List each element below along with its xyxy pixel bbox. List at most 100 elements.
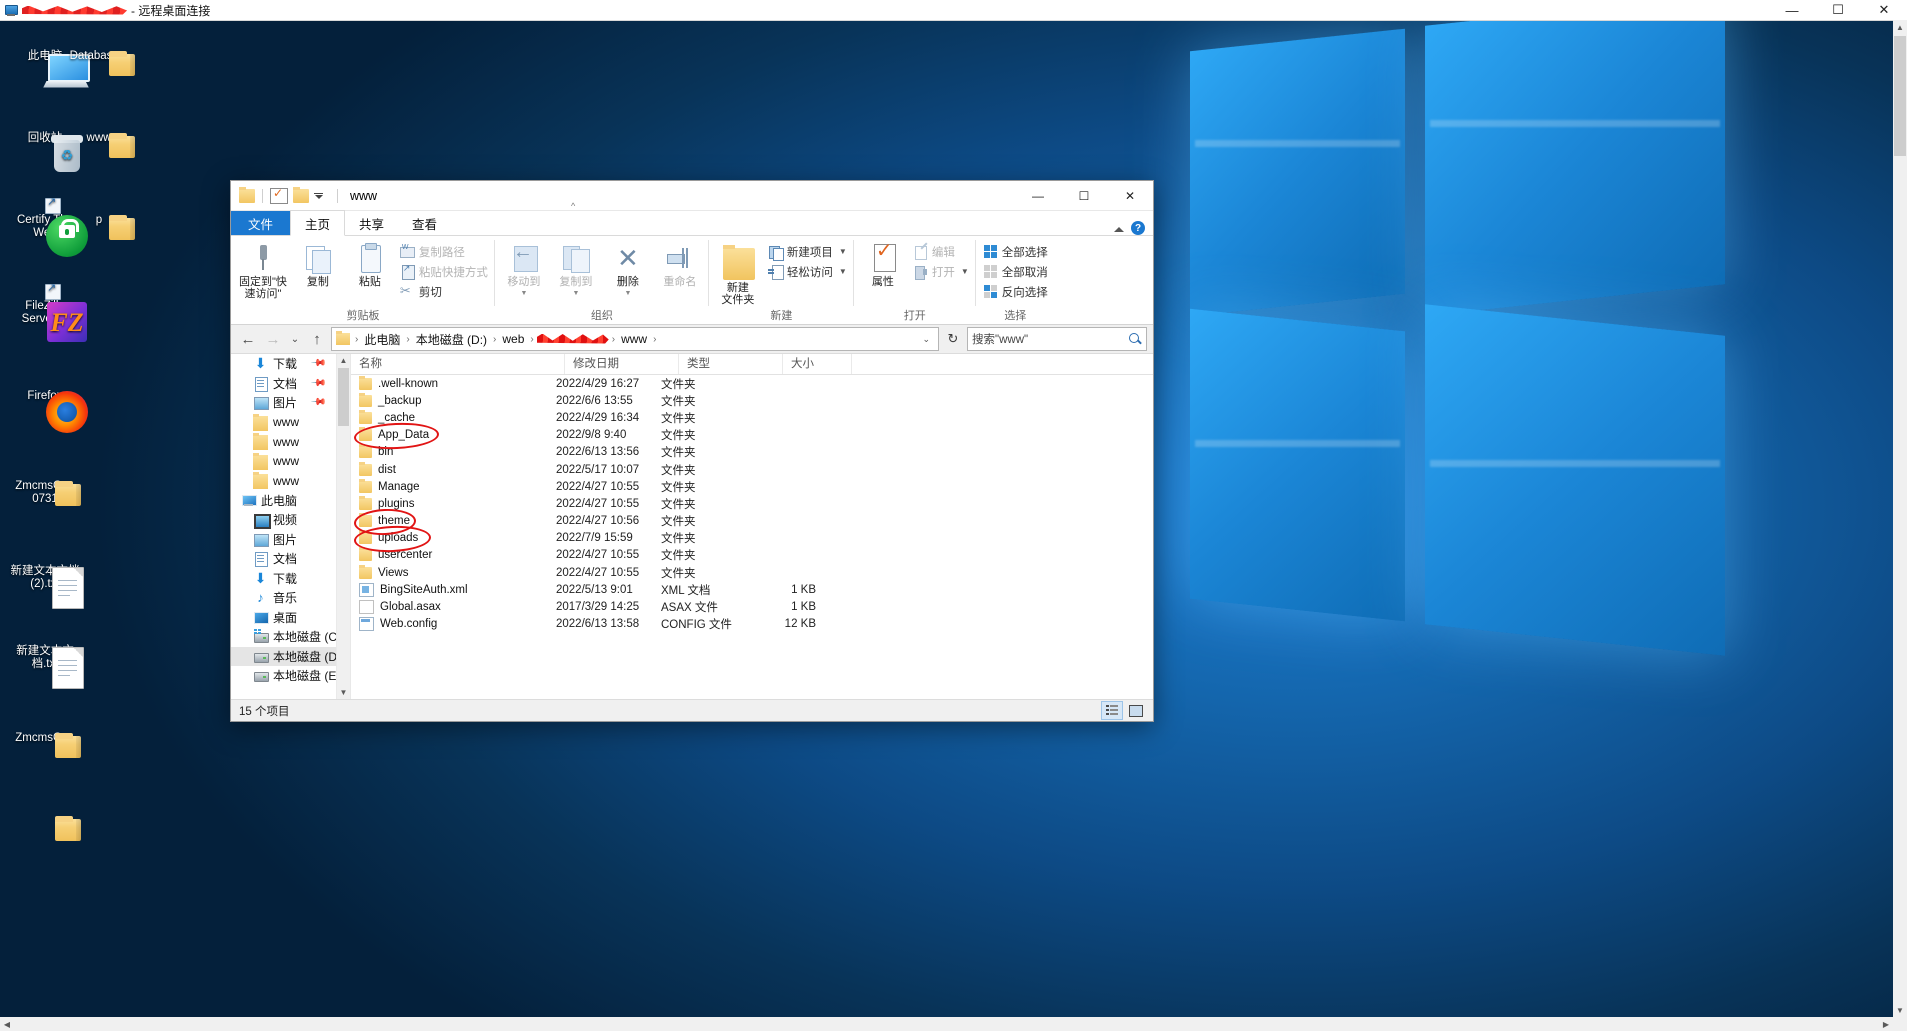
- table-row[interactable]: bin 2022/6/13 13:56 文件夹: [351, 444, 1153, 461]
- nav-item-视频[interactable]: 视频: [231, 510, 336, 530]
- nav-item-图片[interactable]: 图片: [231, 530, 336, 550]
- table-row[interactable]: App_Data 2022/9/8 9:40 文件夹: [351, 427, 1153, 444]
- file-rows-container[interactable]: .well-known 2022/4/29 16:27 文件夹 _backup 2022…: [351, 375, 1153, 699]
- chevron-down-icon[interactable]: ▼: [839, 247, 847, 256]
- file-name-cell[interactable]: bin: [351, 444, 556, 459]
- file-list[interactable]: 名称 修改日期 类型 大小 .well-known 2022/4/29 16:27 文件夹…: [350, 201, 1153, 699]
- file-name-cell[interactable]: _backup: [351, 392, 556, 407]
- ribbon-button-打开[interactable]: 打开 ▼: [910, 262, 972, 281]
- table-row[interactable]: Manage 2022/4/27 10:55 文件夹: [351, 478, 1153, 495]
- scroll-right-arrow-icon[interactable]: ▶: [1879, 1017, 1893, 1031]
- breadcrumb-separator[interactable]: ›: [529, 334, 534, 345]
- explorer-maximize-button[interactable]: ☐: [1061, 181, 1107, 210]
- table-row[interactable]: plugins 2022/4/27 10:55 文件夹: [351, 495, 1153, 512]
- file-name-cell[interactable]: usercenter: [351, 547, 556, 562]
- breadcrumb-separator[interactable]: ›: [354, 334, 359, 345]
- scrollbar-thumb[interactable]: [1894, 36, 1906, 156]
- ribbon-button-轻松访问[interactable]: 轻松访问 ▼: [765, 262, 850, 281]
- ribbon-button-复制到[interactable]: 复制到 ▼: [551, 240, 601, 302]
- scrollbar-thumb[interactable]: [338, 368, 349, 426]
- table-row[interactable]: _cache 2022/4/29 16:34 文件夹: [351, 409, 1153, 426]
- pin-icon[interactable]: 📌: [309, 375, 326, 392]
- nav-item-www[interactable]: www: [231, 432, 336, 452]
- column-header-大小[interactable]: 大小: [783, 354, 852, 374]
- forward-arrow-icon[interactable]: →: [262, 328, 284, 350]
- file-name-cell[interactable]: _cache: [351, 409, 556, 424]
- file-name-cell[interactable]: Views: [351, 564, 556, 579]
- refresh-icon[interactable]: ↻: [942, 328, 964, 350]
- scroll-up-arrow-icon[interactable]: ▲: [1893, 20, 1907, 34]
- column-header-名称[interactable]: 名称: [351, 354, 565, 374]
- ribbon-button-复制[interactable]: 复制: [293, 240, 343, 290]
- scroll-down-arrow-icon[interactable]: ▼: [1893, 1003, 1907, 1017]
- file-name-cell[interactable]: Web.config: [351, 617, 556, 632]
- nav-item-本地磁盘 (E:)[interactable]: 本地磁盘 (E:): [231, 666, 336, 686]
- nav-item-文档[interactable]: 文档: [231, 549, 336, 569]
- ribbon-button-全部选择[interactable]: 全部选择: [980, 242, 1051, 261]
- table-row[interactable]: Web.config 2022/6/13 13:58 CONFIG 文件 12 KB: [351, 616, 1153, 633]
- table-row[interactable]: _backup 2022/6/6 13:55 文件夹: [351, 392, 1153, 409]
- rdp-horizontal-scrollbar[interactable]: ◀ ▶: [0, 1017, 1907, 1031]
- column-header-修改日期[interactable]: 修改日期: [565, 354, 679, 374]
- customize-quick-access-icon[interactable]: [314, 189, 330, 203]
- ribbon-button-新建文件夹[interactable]: 新建 文件夹: [713, 240, 763, 308]
- recent-locations-icon[interactable]: ⌄: [287, 328, 303, 350]
- back-arrow-icon[interactable]: ←: [237, 328, 259, 350]
- nav-item-下载[interactable]: ⬇ 下载: [231, 569, 336, 589]
- breadcrumb-item-此电脑[interactable]: 此电脑: [361, 331, 403, 348]
- ribbon-tab-right-controls[interactable]: ?: [1113, 221, 1153, 235]
- navigation-pane[interactable]: ⬇ 下载 📌 文档 📌 图片 📌 www www www www 此电脑 视频 图片 文档 ⬇ 下载 ♪ 音乐 桌面本…: [231, 354, 336, 699]
- help-icon[interactable]: ?: [1131, 221, 1145, 235]
- nav-item-音乐[interactable]: ♪ 音乐: [231, 588, 336, 608]
- ribbon-button-新建项目[interactable]: 新建项目 ▼: [765, 242, 850, 261]
- breadcrumb-item-web[interactable]: web: [499, 332, 527, 346]
- ribbon-button-删除[interactable]: ✕ 删除 ▼: [603, 240, 653, 302]
- desktop-icon-zmcmsgr-[interactable]: ZmcmsGr...: [8, 732, 82, 758]
- desktop-icon-filezilla-server-[interactable]: FZFileZilla Server ...: [8, 282, 87, 342]
- table-row[interactable]: .well-known 2022/4/29 16:27 文件夹: [351, 375, 1153, 392]
- chevron-down-icon[interactable]: ⌄: [918, 334, 934, 345]
- ribbon-button-移动到[interactable]: 移动到▼: [499, 240, 549, 302]
- nav-item-桌面[interactable]: 桌面: [231, 608, 336, 628]
- table-row[interactable]: Views 2022/4/27 10:55 文件夹: [351, 564, 1153, 581]
- desktop-icon-www[interactable]: www: [62, 132, 136, 158]
- desktop-icon-新建文本文档-2-txt[interactable]: 新建文本文档 (2).txt: [8, 565, 84, 609]
- nav-item-www[interactable]: www: [231, 452, 336, 472]
- desktop-icon-firefox[interactable]: Firefox: [8, 390, 88, 433]
- breadcrumb-separator[interactable]: ›: [611, 334, 616, 345]
- rdp-vertical-scrollbar[interactable]: ▲ ▼: [1893, 20, 1907, 1031]
- nav-item-www[interactable]: www: [231, 471, 336, 491]
- nav-item-本地磁盘 (C:)[interactable]: 本地磁盘 (C:): [231, 627, 336, 647]
- file-name-cell[interactable]: plugins: [351, 495, 556, 510]
- file-name-cell[interactable]: Global.asax: [351, 600, 556, 615]
- desktop-icon-p[interactable]: p: [62, 214, 136, 240]
- desktop-icon-database-[interactable]: Database...: [62, 50, 136, 76]
- table-row[interactable]: Global.asax 2017/3/29 14:25 ASAX 文件 1 KB: [351, 598, 1153, 615]
- chevron-up-icon[interactable]: [1113, 222, 1125, 234]
- desktop-icon-新建文本文档-txt[interactable]: 新建文本文档.txt: [8, 645, 84, 689]
- table-row[interactable]: usercenter 2022/4/27 10:55 文件夹: [351, 547, 1153, 564]
- large-icons-view-icon[interactable]: [1125, 702, 1145, 719]
- chevron-down-icon[interactable]: ▼: [839, 267, 847, 276]
- tab-home[interactable]: 主页: [290, 210, 346, 236]
- file-name-cell[interactable]: theme: [351, 513, 556, 528]
- explorer-minimize-button[interactable]: —: [1015, 181, 1061, 210]
- tab-share[interactable]: 共享: [345, 211, 398, 235]
- rdp-maximize-button[interactable]: ☐: [1815, 0, 1861, 20]
- ribbon-button-粘贴[interactable]: 粘贴: [345, 240, 395, 290]
- pin-icon[interactable]: 📌: [309, 355, 326, 372]
- breadcrumb-item-www[interactable]: www: [618, 332, 650, 346]
- scroll-down-arrow-icon[interactable]: ▼: [337, 686, 350, 699]
- nav-item-本地磁盘 (D:)[interactable]: 本地磁盘 (D:): [231, 646, 336, 666]
- folder-icon[interactable]: [239, 186, 255, 203]
- ribbon-button-固定到"快速访问"[interactable]: 固定到"快 速访问": [235, 240, 291, 302]
- address-toolbar[interactable]: ← → ⌄ ↑ › 此电脑 › 本地磁盘 (D:) › web › › www › ⌄ ↻ 搜索"w…: [231, 325, 1153, 353]
- ribbon-button-编辑[interactable]: 编辑: [910, 242, 972, 261]
- column-header-row[interactable]: 名称 修改日期 类型 大小: [351, 354, 1153, 375]
- table-row[interactable]: BingSiteAuth.xml 2022/5/13 9:01 XML 文档 1 KB: [351, 581, 1153, 598]
- file-name-cell[interactable]: dist: [351, 461, 556, 476]
- file-name-cell[interactable]: uploads: [351, 530, 556, 545]
- desktop-icon-zmcmsgr-0731[interactable]: ZmcmsGr... 0731: [8, 480, 82, 506]
- breadcrumb[interactable]: › 此电脑 › 本地磁盘 (D:) › web › › www › ⌄: [331, 327, 939, 351]
- file-name-cell[interactable]: BingSiteAuth.xml: [351, 582, 556, 597]
